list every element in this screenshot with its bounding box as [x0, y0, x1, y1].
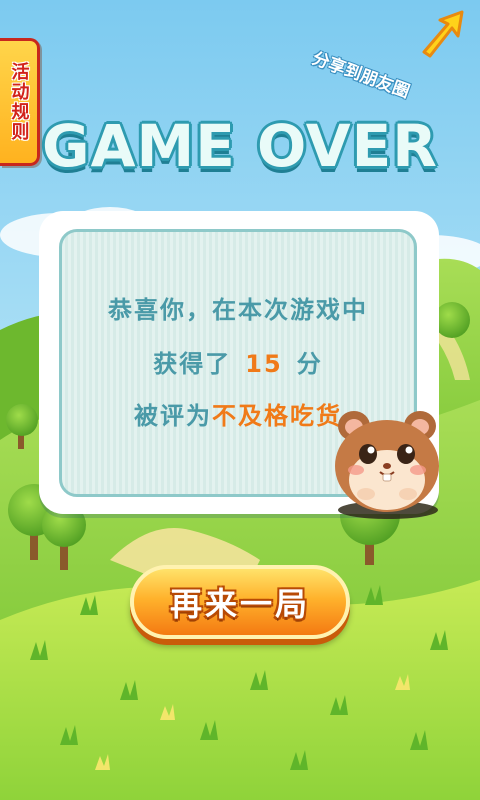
score-suffix: 分	[296, 350, 323, 378]
rank-value: 不及格吃货	[212, 402, 342, 430]
play-again-label: 再来一局	[169, 585, 310, 623]
game-over-title: GAME OVER	[42, 112, 438, 180]
play-again-button[interactable]: 再来一局	[130, 565, 350, 639]
result-line-1: 恭喜你，在本次游戏中	[108, 296, 368, 324]
share-to-moments-button[interactable]: 分享到朋友圈	[309, 8, 466, 102]
hamster-mascot	[335, 411, 439, 519]
rank-prefix: 被评为	[134, 402, 212, 430]
score-value: 15	[245, 350, 283, 378]
arrow-up-right-icon	[422, 10, 464, 58]
result-line-2: 获得了 15 分	[62, 344, 414, 379]
share-label: 分享到朋友圈	[309, 48, 413, 103]
score-prefix: 获得了	[153, 350, 232, 378]
